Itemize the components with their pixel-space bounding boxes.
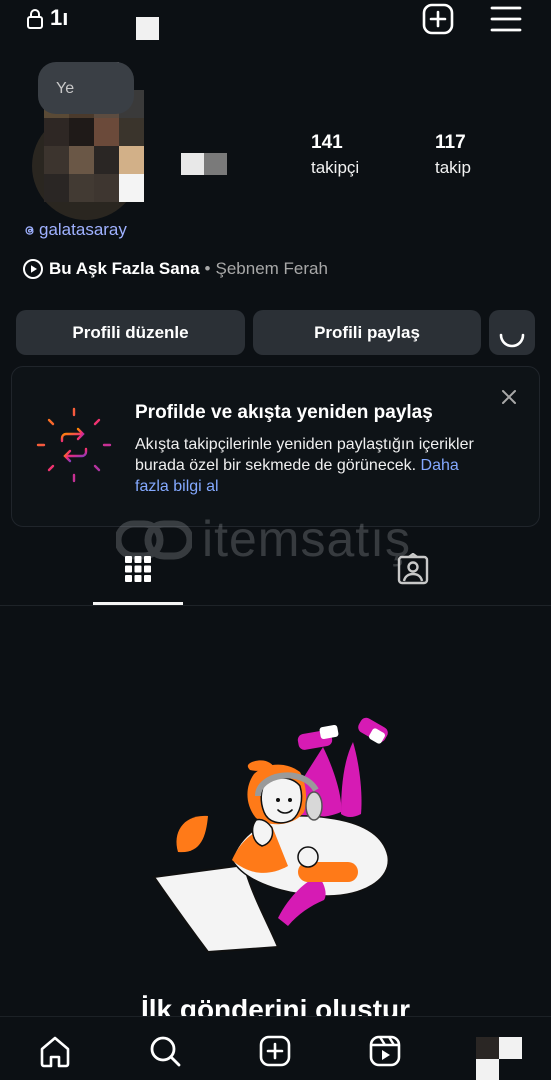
lock-icon bbox=[27, 9, 43, 29]
tagged-icon bbox=[397, 553, 429, 585]
create-icon[interactable] bbox=[257, 1033, 293, 1069]
threads-handle-text: galatasaray bbox=[39, 220, 127, 239]
followers-label: takipçi bbox=[311, 158, 360, 177]
profile-screen: 1ı Ye 141 takipçi 117 takip galatasaray … bbox=[0, 0, 551, 1080]
play-circle-icon bbox=[23, 259, 43, 279]
tab-divider bbox=[0, 605, 551, 606]
censor-block bbox=[136, 17, 159, 40]
threads-icon bbox=[25, 225, 34, 235]
profile-music[interactable]: Bu Aşk Fazla Sana • Şebnem Ferah bbox=[22, 258, 328, 280]
followers-count: 141 bbox=[311, 132, 343, 153]
grid-icon bbox=[125, 556, 151, 582]
music-separator: • bbox=[204, 259, 211, 278]
bottom-nav bbox=[0, 1016, 551, 1080]
edit-profile-button[interactable]: Profili düzenle bbox=[16, 310, 245, 355]
close-icon[interactable] bbox=[499, 387, 519, 407]
share-profile-button[interactable]: Profili paylaş bbox=[253, 310, 481, 355]
song-title: Bu Aşk Fazla Sana bbox=[49, 259, 200, 278]
tab-posts-grid[interactable] bbox=[93, 553, 183, 605]
discover-people-button[interactable] bbox=[489, 310, 535, 355]
plus-square-icon[interactable] bbox=[421, 2, 455, 36]
note-text: Ye bbox=[56, 80, 75, 97]
top-bar: 1ı bbox=[0, 0, 551, 44]
followers-stat[interactable]: 141 takipçi bbox=[311, 132, 359, 178]
repost-icon bbox=[36, 407, 112, 483]
search-icon[interactable] bbox=[147, 1033, 183, 1069]
home-icon[interactable] bbox=[37, 1033, 73, 1069]
following-label: takip bbox=[435, 158, 471, 177]
reels-icon[interactable] bbox=[367, 1033, 403, 1069]
artist-name: Şebnem Ferah bbox=[215, 259, 328, 278]
tab-tagged[interactable] bbox=[368, 553, 458, 605]
empty-state-illustration bbox=[152, 717, 389, 954]
loading-spinner-icon bbox=[499, 333, 525, 347]
repost-info-card: Profilde ve akışta yeniden paylaş Akışta… bbox=[11, 366, 540, 527]
avatar[interactable]: Ye bbox=[32, 62, 144, 220]
profile-avatar[interactable] bbox=[476, 1037, 522, 1080]
hamburger-menu-icon[interactable] bbox=[489, 4, 523, 34]
username[interactable]: 1ı bbox=[50, 5, 68, 31]
card-body: Akışta takipçilerinle yeniden paylaştığı… bbox=[135, 434, 475, 497]
following-count: 117 bbox=[435, 132, 466, 153]
note-bubble[interactable]: Ye bbox=[38, 62, 134, 114]
following-stat[interactable]: 117 takip bbox=[435, 132, 471, 178]
display-name-censored bbox=[181, 153, 227, 175]
card-title: Profilde ve akışta yeniden paylaş bbox=[135, 402, 433, 423]
threads-handle-link[interactable]: galatasaray bbox=[22, 220, 127, 240]
